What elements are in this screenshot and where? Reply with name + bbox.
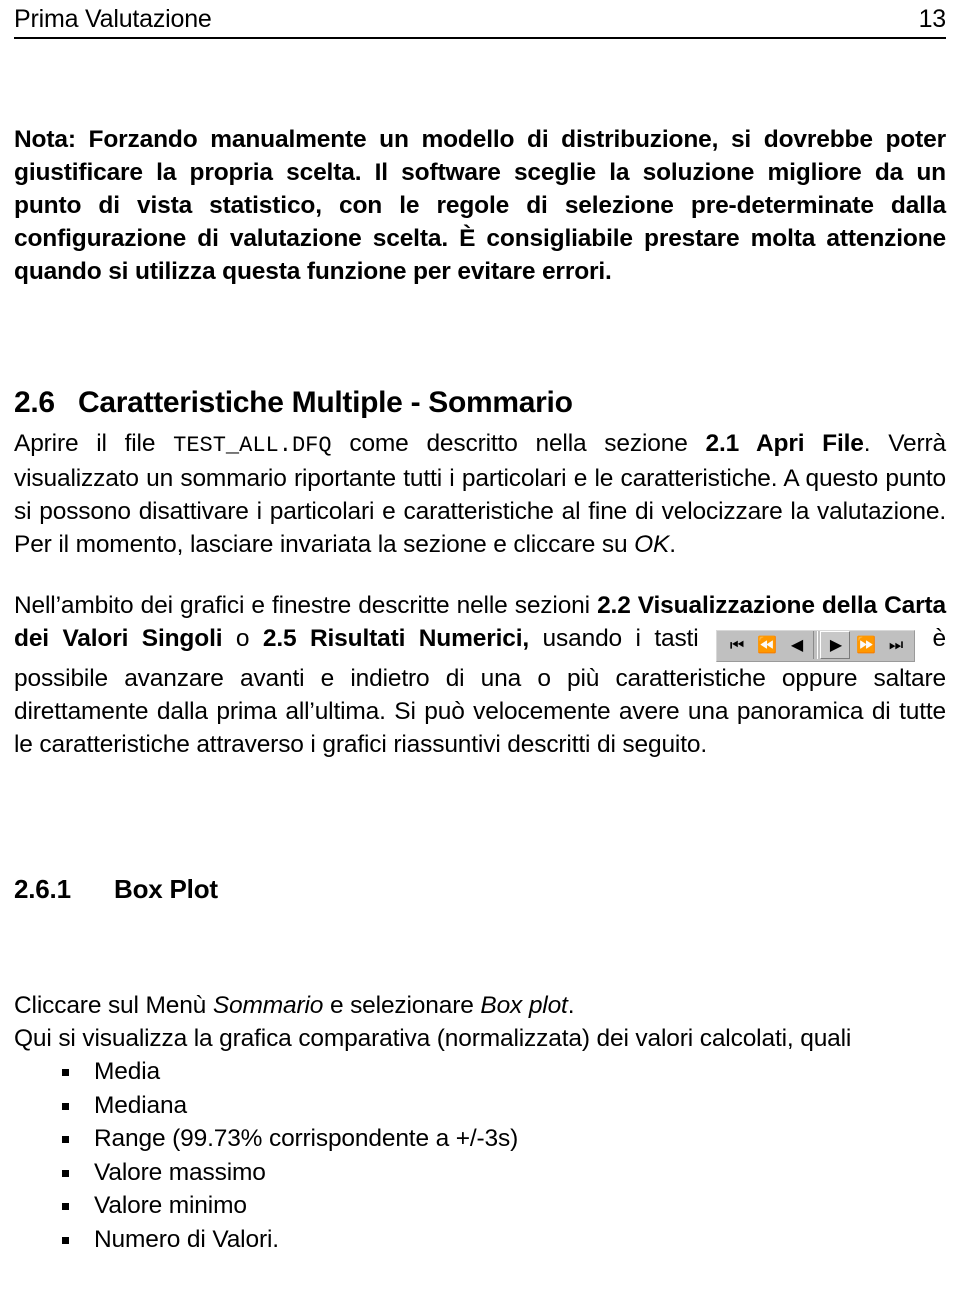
list-item-label: Range (99.73% corrispondente a +/-3s) xyxy=(94,1125,519,1152)
list-item: Mediana xyxy=(62,1089,946,1123)
section-title: Caratteristiche Multiple - Sommario xyxy=(78,386,573,419)
para2-text-b: o xyxy=(222,625,263,652)
document-page: Prima Valutazione 13 Nota: Forzando manu… xyxy=(0,0,960,1307)
ok-button-reference: OK xyxy=(634,531,670,558)
calculated-values-list: Media Mediana Range (99.73% corrisponden… xyxy=(14,1055,946,1256)
section-number: 2.6 xyxy=(14,386,55,419)
bullet-square-icon xyxy=(62,1136,69,1143)
section-reference-2-1: 2.1 Apri File xyxy=(705,430,864,457)
list-item: Media xyxy=(62,1055,946,1089)
para-text-b: come descritto nella sezione xyxy=(331,430,706,457)
file-name-code: TEST_ALL.DFQ xyxy=(173,433,332,458)
list-item: Valore massimo xyxy=(62,1156,946,1190)
list-item-label: Valore massimo xyxy=(94,1158,266,1186)
list-item: Range (99.73% corrispondente a +/-3s) xyxy=(62,1122,946,1156)
bullet-square-icon xyxy=(62,1169,69,1177)
header-title: Prima Valutazione xyxy=(14,5,212,33)
subsection-heading-2-6-1: 2.6.1 Box Plot xyxy=(14,873,946,905)
skip-to-first-icon[interactable]: ⏮ xyxy=(721,631,751,659)
note-paragraph: Nota: Forzando manualmente un modello di… xyxy=(14,126,946,285)
toolbar-separator xyxy=(813,631,819,659)
sub-para-b: e selezionare xyxy=(323,992,481,1019)
sub-para-c: . xyxy=(567,992,575,1019)
subsection-paragraph-1: Cliccare sul Menù Sommario e selezionare… xyxy=(14,989,946,1022)
sub-para-a: Cliccare sul Menù xyxy=(14,992,213,1019)
next-glyph: ▶ xyxy=(829,637,842,654)
menu-name-sommario: Sommario xyxy=(212,992,324,1019)
skip-to-last-icon[interactable]: ⏭ xyxy=(880,631,910,659)
para2-text-a: Nell’ambito dei grafici e finestre descr… xyxy=(14,592,598,619)
page-header: Prima Valutazione 13 xyxy=(14,0,946,34)
bullet-square-icon xyxy=(62,1203,69,1210)
navigation-toolbar[interactable]: ⏮ ⏪ ◀ ▶ ⏩ ⏭ xyxy=(716,630,916,662)
subsection-paragraph-2: Qui si visualizza la grafica comparativa… xyxy=(14,1025,852,1052)
subsection-title: Box Plot xyxy=(114,874,218,904)
rewind-icon[interactable]: ⏪ xyxy=(751,631,781,659)
section-heading-2-6: 2.6 Caratteristiche Multiple - Sommario xyxy=(14,385,946,421)
list-item-label: Mediana xyxy=(94,1091,187,1119)
fast-forward-icon[interactable]: ⏩ xyxy=(850,631,880,659)
para-text-d: . xyxy=(669,531,676,558)
rewind-glyph: ⏪ xyxy=(757,637,777,654)
page-number: 13 xyxy=(918,5,947,33)
list-item: Valore minimo xyxy=(62,1189,946,1223)
bullet-square-icon xyxy=(62,1069,69,1076)
section-2-6-paragraph-1: Aprire il file TEST_ALL.DFQ come descrit… xyxy=(14,427,946,561)
skip-to-last-glyph: ⏭ xyxy=(888,637,903,654)
bullet-square-icon xyxy=(62,1236,69,1244)
subsection-number: 2.6.1 xyxy=(14,874,71,904)
list-item-label: Numero di Valori. xyxy=(94,1225,279,1253)
bullet-square-icon xyxy=(62,1102,69,1110)
menu-item-box-plot: Box plot xyxy=(480,992,568,1019)
section-2-6-paragraph-2: Nell’ambito dei grafici e finestre descr… xyxy=(14,589,946,761)
para-text-a: Aprire il file xyxy=(14,430,174,457)
fast-forward-glyph: ⏩ xyxy=(856,637,876,654)
previous-icon[interactable]: ◀ xyxy=(781,631,811,659)
next-icon[interactable]: ▶ xyxy=(820,631,851,659)
list-item: Numero di Valori. xyxy=(62,1223,946,1257)
section-reference-2-5: 2.5 Risultati Numerici, xyxy=(262,625,530,652)
list-item-label: Media xyxy=(94,1058,160,1085)
list-item-label: Valore minimo xyxy=(94,1192,247,1219)
skip-to-first-glyph: ⏮ xyxy=(729,637,744,654)
previous-glyph: ◀ xyxy=(790,637,803,654)
para2-text-c: usando i tasti xyxy=(529,625,713,652)
